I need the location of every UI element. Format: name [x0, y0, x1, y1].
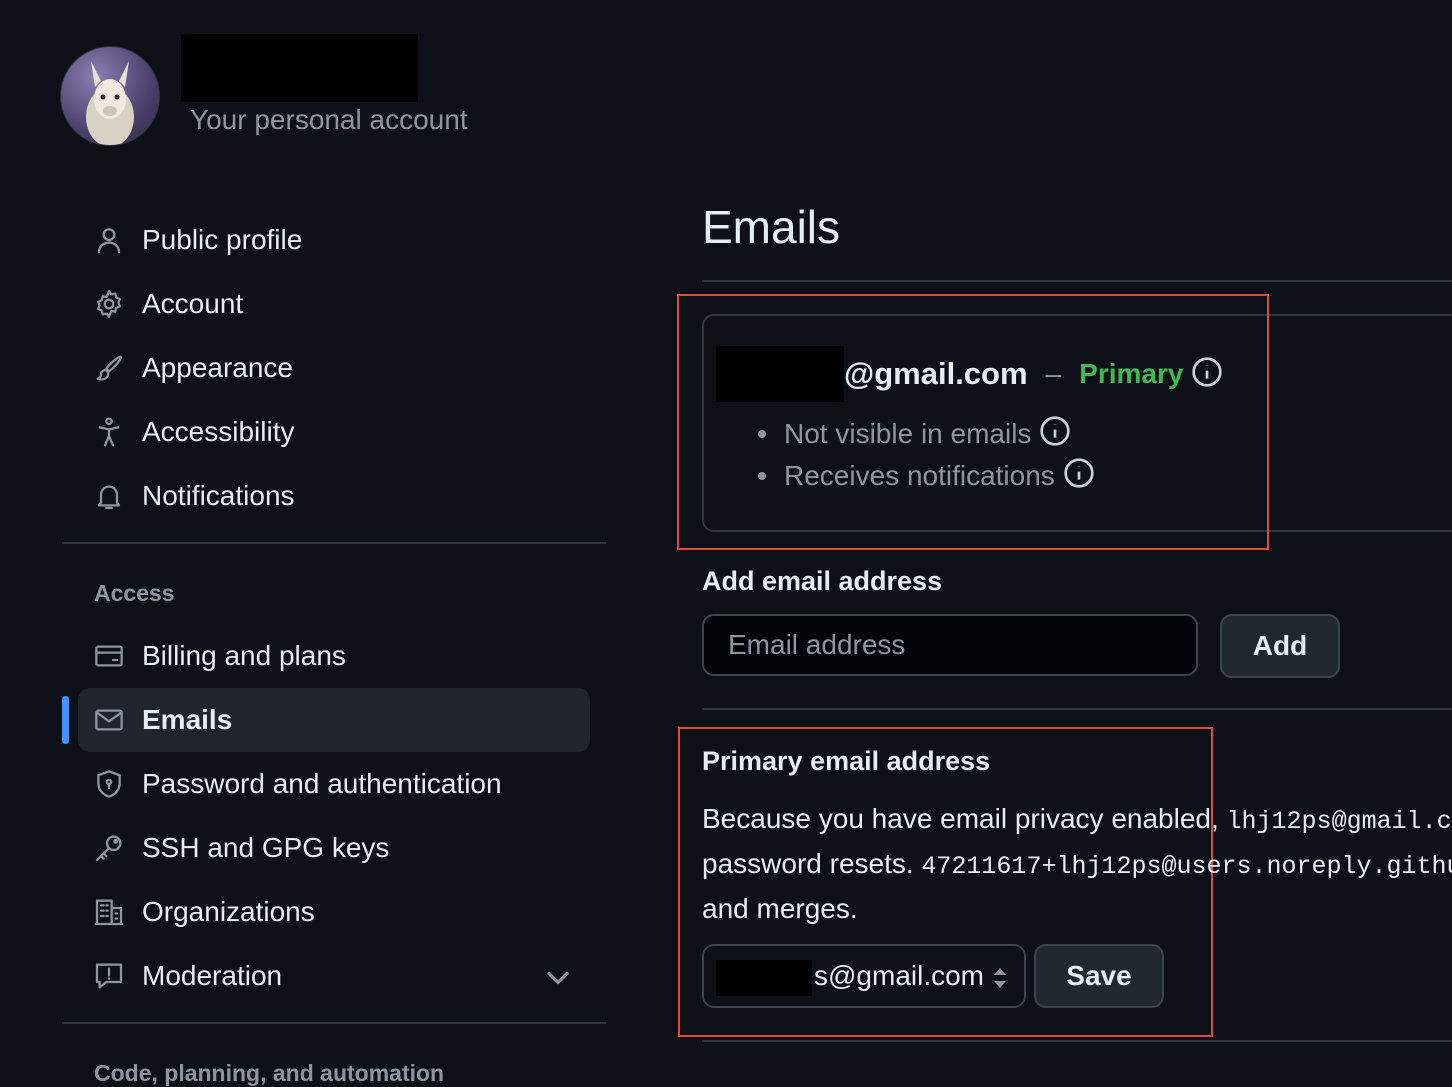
redacted-email-local — [716, 960, 812, 996]
section-divider — [702, 1040, 1452, 1042]
text: password resets. — [702, 848, 922, 879]
sidebar-item-label: SSH and GPG keys — [142, 832, 390, 863]
sidebar-item-label: Appearance — [142, 352, 294, 383]
sidebar-item-label: Public profile — [142, 224, 303, 255]
sidebar-item-label: Emails — [142, 704, 233, 735]
select-value: s@gmail.com — [814, 960, 985, 991]
sidebar-item-notifications[interactable]: Notifications — [78, 464, 590, 528]
report-icon — [92, 959, 126, 993]
sidebar-item-label: Password and authentication — [142, 768, 502, 799]
sidebar-item-label: Account — [142, 288, 244, 319]
text: and merges. — [702, 893, 858, 924]
avatar[interactable] — [60, 46, 160, 146]
bullet-receives-notifications: Receives notifications — [758, 456, 1095, 496]
separator: – — [1045, 358, 1062, 389]
noreply-email-mono: 47211617+lhj12ps@users.noreply.githul — [921, 852, 1452, 881]
sidebar-item-accessibility[interactable]: Accessibility — [78, 400, 590, 464]
sidebar-divider — [62, 1022, 606, 1024]
llama-avatar-image — [86, 61, 134, 145]
sidebar-item-label: Organizations — [142, 896, 315, 927]
sidebar-section-code: Code, planning, and automation — [94, 1060, 445, 1086]
email-domain: @gmail.com — [844, 356, 1028, 391]
info-icon[interactable] — [1191, 356, 1223, 393]
sidebar-item-password-authentication[interactable]: Password and authentication — [78, 752, 590, 816]
active-indicator — [62, 696, 69, 744]
mail-icon — [92, 703, 126, 737]
redacted-username — [181, 34, 418, 102]
select-arrows-icon — [990, 964, 1010, 992]
bell-icon — [92, 479, 126, 513]
sidebar-item-organizations[interactable]: Organizations — [78, 880, 590, 944]
sidebar-item-label: Billing and plans — [142, 640, 346, 671]
credit-card-icon — [92, 639, 126, 673]
shield-icon — [92, 767, 126, 801]
sidebar-item-emails[interactable]: Emails — [78, 688, 590, 752]
info-icon[interactable] — [1039, 415, 1071, 454]
sidebar-item-billing[interactable]: Billing and plans — [78, 624, 590, 688]
page-title: Emails — [702, 201, 841, 253]
bullet-dot — [758, 430, 766, 438]
sidebar-divider — [62, 542, 606, 544]
add-button[interactable]: Add — [1220, 614, 1340, 678]
email-address-input[interactable] — [702, 614, 1198, 676]
primary-email-heading: Primary email address — [702, 746, 991, 776]
bullet-text: Receives notifications — [784, 460, 1055, 491]
sidebar-item-appearance[interactable]: Appearance — [78, 336, 590, 400]
primary-badge: Primary — [1079, 358, 1184, 389]
email-mono: lhj12ps@gmail.c — [1226, 807, 1452, 836]
sidebar-section-access: Access — [94, 580, 175, 606]
key-icon — [92, 831, 126, 865]
organization-icon — [92, 895, 126, 929]
gear-icon — [92, 287, 126, 321]
primary-email-row: @gmail.com – Primary — [716, 346, 1223, 402]
account-subtitle: Your personal account — [190, 104, 468, 135]
bullet-not-visible: Not visible in emails — [758, 414, 1071, 454]
title-divider — [702, 280, 1452, 282]
sidebar-item-label: Moderation — [142, 960, 283, 991]
save-button[interactable]: Save — [1034, 944, 1164, 1008]
privacy-explanation: Because you have email privacy enabled, … — [702, 798, 1452, 930]
section-divider — [702, 708, 1452, 710]
sidebar-item-public-profile[interactable]: Public profile — [78, 208, 590, 272]
text: Because you have email privacy enabled, — [702, 803, 1227, 834]
redacted-email-local — [716, 346, 844, 402]
chevron-down-icon[interactable] — [540, 960, 576, 996]
sidebar-item-account[interactable]: Account — [78, 272, 590, 336]
add-email-heading: Add email address — [702, 566, 943, 596]
bullet-text: Not visible in emails — [784, 418, 1032, 449]
person-icon — [92, 223, 126, 257]
paintbrush-icon — [92, 351, 126, 385]
bullet-dot — [758, 472, 766, 480]
accessibility-icon — [92, 415, 126, 449]
primary-email-select[interactable]: s@gmail.com — [702, 944, 1026, 1008]
sidebar-item-label: Accessibility — [142, 416, 295, 447]
sidebar-item-moderation[interactable]: Moderation — [78, 944, 590, 1008]
sidebar-item-label: Notifications — [142, 480, 295, 511]
info-icon[interactable] — [1063, 457, 1095, 496]
sidebar-item-ssh-gpg-keys[interactable]: SSH and GPG keys — [78, 816, 590, 880]
